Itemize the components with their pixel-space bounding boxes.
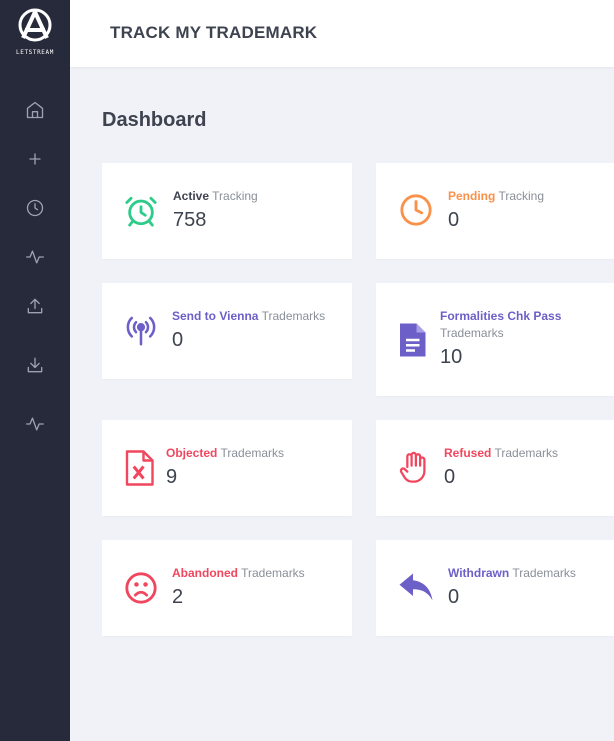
card-formalities-chk-pass[interactable]: Formalities Chk Pass Trademarks 10 bbox=[376, 283, 614, 396]
hand-stop-icon bbox=[398, 449, 430, 485]
clock-icon bbox=[399, 193, 433, 227]
alarm-clock-icon bbox=[124, 194, 158, 228]
plus-icon bbox=[29, 153, 41, 165]
sidebar-item-upload[interactable] bbox=[25, 296, 45, 316]
card-value: 758 bbox=[173, 209, 207, 231]
card-value: 0 bbox=[172, 329, 184, 351]
page-title: Dashboard bbox=[102, 109, 207, 131]
card-value: 9 bbox=[166, 466, 178, 488]
sidebar-item-reports[interactable] bbox=[25, 414, 45, 434]
upload-icon bbox=[27, 298, 43, 314]
excel-file-icon bbox=[124, 450, 154, 486]
sidebar: LETSTREAM bbox=[0, 0, 70, 741]
activity-icon bbox=[26, 417, 44, 431]
card-refused[interactable]: Refused Trademarks 0 bbox=[376, 420, 614, 516]
sidebar-item-activity[interactable] bbox=[25, 247, 45, 267]
card-objected[interactable]: Objected Trademarks 9 bbox=[102, 420, 352, 516]
download-icon bbox=[27, 357, 43, 373]
sidebar-item-history[interactable] bbox=[25, 198, 45, 218]
sad-face-icon bbox=[124, 571, 158, 605]
reply-arrow-icon bbox=[398, 572, 434, 602]
card-label: Pending Tracking bbox=[448, 189, 545, 203]
broadcast-icon bbox=[124, 313, 158, 347]
home-icon bbox=[26, 101, 44, 119]
card-label: Refused Trademarks bbox=[444, 446, 559, 460]
card-label: Objected Trademarks bbox=[166, 446, 285, 460]
card-send-to-vienna[interactable]: Send to Vienna Trademarks 0 bbox=[102, 283, 352, 379]
card-label: Send to Vienna Trademarks bbox=[172, 309, 326, 323]
card-pending-tracking[interactable]: Pending Tracking 0 bbox=[376, 163, 614, 259]
top-bar: TRACK MY TRADEMARK bbox=[70, 0, 614, 67]
card-value: 0 bbox=[444, 466, 456, 488]
card-value: 2 bbox=[172, 586, 184, 608]
card-value: 0 bbox=[448, 586, 460, 608]
sidebar-item-download[interactable] bbox=[25, 355, 45, 375]
card-value: 0 bbox=[448, 209, 460, 231]
card-label: Active Tracking bbox=[173, 189, 258, 203]
card-label: Abandoned Trademarks bbox=[172, 566, 305, 580]
document-icon bbox=[397, 322, 427, 358]
card-label: Formalities Chk Pass Trademarks bbox=[440, 309, 562, 340]
logo-text: LETSTREAM bbox=[16, 49, 54, 56]
brand-logo[interactable]: LETSTREAM bbox=[10, 6, 60, 62]
app-title: TRACK MY TRADEMARK bbox=[110, 23, 318, 42]
card-active-tracking[interactable]: Active Tracking 758 bbox=[102, 163, 352, 259]
sidebar-item-add[interactable] bbox=[25, 149, 45, 169]
activity-icon bbox=[26, 250, 44, 264]
card-label: Withdrawn Trademarks bbox=[448, 566, 576, 580]
logo-icon bbox=[18, 8, 52, 42]
card-abandoned[interactable]: Abandoned Trademarks 2 bbox=[102, 540, 352, 636]
clock-icon bbox=[26, 199, 44, 217]
sidebar-item-home[interactable] bbox=[25, 100, 45, 120]
card-value: 10 bbox=[440, 346, 463, 368]
card-withdrawn[interactable]: Withdrawn Trademarks 0 bbox=[376, 540, 614, 636]
